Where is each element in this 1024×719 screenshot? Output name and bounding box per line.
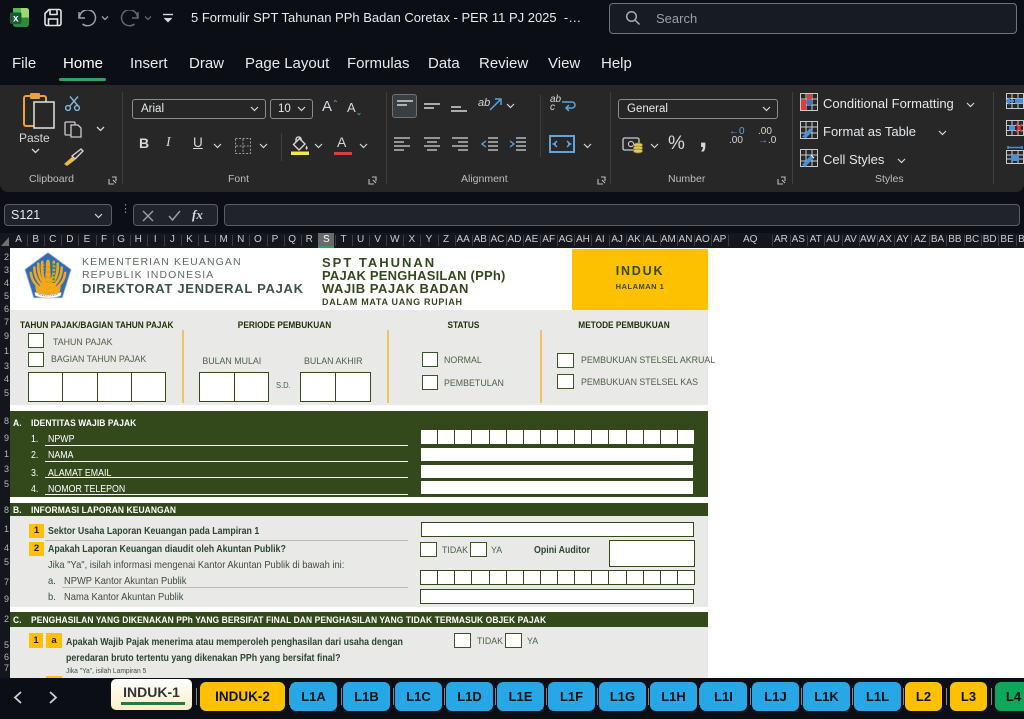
svg-text:x: x: [13, 14, 19, 25]
